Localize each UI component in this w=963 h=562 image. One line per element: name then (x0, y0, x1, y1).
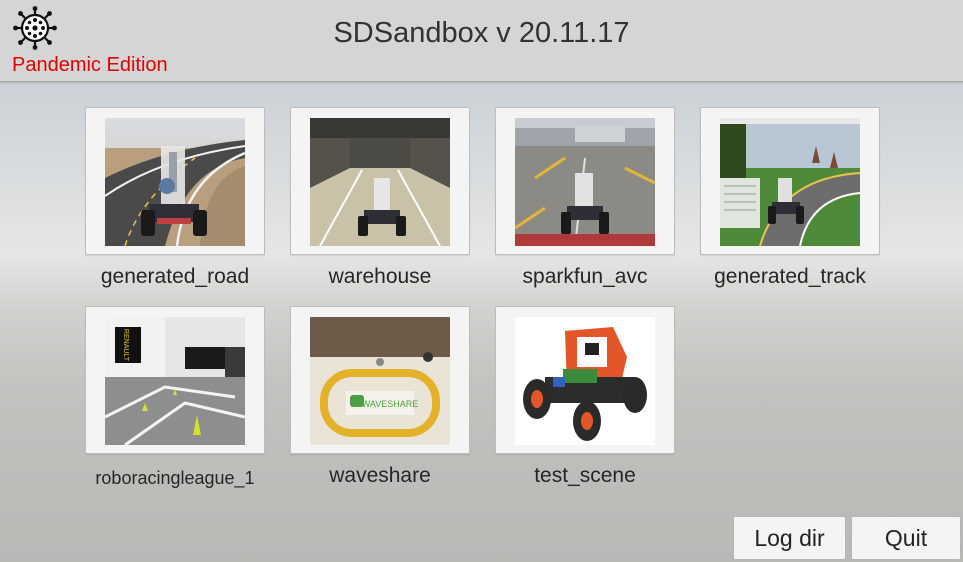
scene-thumbnail-button[interactable]: WAVESHARE (290, 306, 470, 454)
scene-label: warehouse (328, 265, 432, 288)
scene-label: sparkfun_avc (522, 265, 648, 288)
warehouse-thumbnail (310, 118, 450, 246)
scene-generated-road[interactable]: generated_road (85, 107, 265, 289)
scene-thumbnail-button[interactable] (290, 107, 470, 255)
scene-waveshare[interactable]: WAVESHARE waveshare (290, 306, 470, 488)
generated-track-thumbnail (720, 118, 860, 246)
edition-label: Pandemic Edition (12, 54, 168, 76)
scene-thumbnail-button[interactable] (495, 306, 675, 454)
sparkfun-avc-thumbnail (515, 118, 655, 246)
header-bar: Pandemic Edition SDSandbox v 20.11.17 (0, 0, 963, 82)
waveshare-thumbnail: WAVESHARE (310, 317, 450, 445)
roboracingleague-thumbnail: RENAULT (105, 317, 245, 445)
test-scene-thumbnail (515, 317, 655, 445)
svg-text:WAVESHARE: WAVESHARE (362, 399, 419, 409)
scene-test-scene[interactable]: test_scene (495, 306, 675, 488)
scene-warehouse[interactable]: warehouse (290, 107, 470, 289)
svg-text:RENAULT: RENAULT (122, 329, 129, 362)
scene-label: test_scene (534, 464, 636, 487)
quit-button[interactable]: Quit (851, 516, 961, 560)
scene-label: waveshare (329, 464, 431, 487)
log-dir-button[interactable]: Log dir (733, 516, 846, 560)
scene-sparkfun-avc[interactable]: sparkfun_avc (495, 107, 675, 289)
generated-road-thumbnail (105, 118, 245, 246)
scene-thumbnail-button[interactable] (495, 107, 675, 255)
scene-label: generated_road (100, 265, 250, 288)
scene-roboracingleague-1[interactable]: RENAULT roboracingleague_1 (85, 306, 265, 490)
scene-label: roboracingleague_1 (95, 468, 255, 488)
scene-generated-track[interactable]: generated_track (700, 107, 880, 289)
scene-thumbnail-button[interactable] (85, 107, 265, 255)
scene-thumbnail-button[interactable]: RENAULT (85, 306, 265, 454)
scene-thumbnail-button[interactable] (700, 107, 880, 255)
app-title: SDSandbox v 20.11.17 (333, 17, 630, 49)
scene-label: generated_track (714, 265, 866, 288)
